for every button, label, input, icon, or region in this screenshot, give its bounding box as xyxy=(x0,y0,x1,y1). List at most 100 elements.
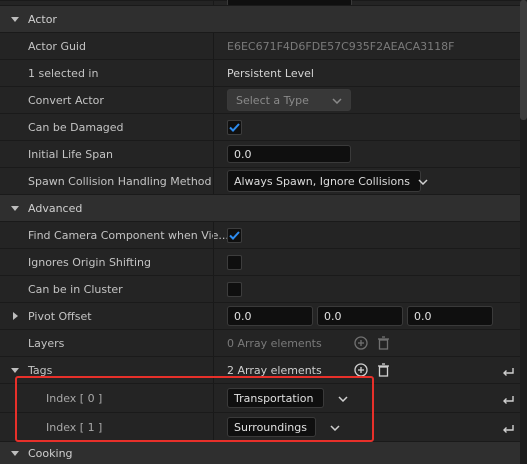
value-cell xyxy=(227,114,242,140)
chevron-down-icon[interactable] xyxy=(11,6,19,32)
value-cell xyxy=(227,249,242,275)
section-advanced[interactable]: Advanced xyxy=(0,194,520,221)
row-tag-index-0: Index [ 0 ] Transportation xyxy=(0,383,520,412)
pivot-offset-z-input[interactable]: 0.0 xyxy=(407,306,493,326)
column-divider xyxy=(213,330,214,356)
tag-index-0-input[interactable]: Transportation xyxy=(227,388,324,408)
column-divider xyxy=(213,276,214,302)
find-camera-checkbox[interactable] xyxy=(227,227,242,243)
chevron-right-icon[interactable] xyxy=(13,303,18,329)
input-value: 0.0 xyxy=(234,309,252,323)
prop-name: Index [ 1 ] xyxy=(46,420,103,434)
section-actor[interactable]: Actor xyxy=(0,5,520,32)
row-initial-life-span: Initial Life Span 0.0 xyxy=(0,140,520,167)
column-divider xyxy=(213,168,214,194)
chevron-down-icon xyxy=(418,175,428,188)
add-element-icon[interactable] xyxy=(353,362,369,378)
prop-name: Pivot Offset xyxy=(28,309,92,323)
spawn-collision-combo[interactable]: Always Spawn, Ignore Collisions xyxy=(227,170,428,192)
prop-name: Convert Actor xyxy=(28,93,104,107)
row-convert-actor: Convert Actor Select a Type xyxy=(0,86,520,113)
value-cell: 2 Array elements xyxy=(227,357,391,383)
value-cell xyxy=(227,276,242,302)
row-can-be-damaged: Can be Damaged xyxy=(0,113,520,140)
value-cell: Always Spawn, Ignore Collisions xyxy=(227,168,428,194)
actor-guid-value: E6EC671F4D6FDE57C935F2AEACA3118F xyxy=(227,39,455,53)
row-selected-in: 1 selected in Persistent Level xyxy=(0,59,520,86)
prop-name: 1 selected in xyxy=(28,66,99,80)
scrollbar-thumb[interactable] xyxy=(520,0,527,120)
chevron-down-icon[interactable] xyxy=(330,421,340,434)
add-element-icon[interactable] xyxy=(353,335,369,351)
prop-name: Tags xyxy=(28,363,53,377)
column-divider xyxy=(213,87,214,113)
section-cooking[interactable]: Cooking xyxy=(0,441,520,464)
prop-name: Spawn Collision Handling Method xyxy=(28,174,212,188)
value-cell: 0.0 0.0 0.0 xyxy=(227,303,493,329)
reset-arrow-icon[interactable] xyxy=(500,363,516,379)
scrollbar[interactable] xyxy=(520,0,527,464)
row-pivot-offset: Pivot Offset 0.0 0.0 0.0 xyxy=(0,302,520,329)
column-divider xyxy=(213,33,214,59)
can-be-damaged-checkbox[interactable] xyxy=(227,119,242,135)
prop-name: Ignores Origin Shifting xyxy=(28,255,151,269)
initial-life-span-input[interactable]: 0.0 xyxy=(227,145,351,163)
checkmark-icon xyxy=(229,122,240,132)
selected-in-value: Persistent Level xyxy=(227,66,314,80)
can-be-in-cluster-checkbox[interactable] xyxy=(227,281,242,297)
input-value: 0.0 xyxy=(414,309,432,323)
value-cell: Select a Type xyxy=(227,87,351,113)
pivot-offset-y-input[interactable]: 0.0 xyxy=(317,306,403,326)
column-divider xyxy=(213,384,214,412)
column-divider xyxy=(213,357,214,383)
chevron-down-icon[interactable] xyxy=(11,442,19,464)
value-cell: E6EC671F4D6FDE57C935F2AEACA3118F xyxy=(227,33,454,59)
value-cell: 0.0 xyxy=(227,141,351,167)
value-cell: 0 Array elements xyxy=(227,330,391,356)
value-cell xyxy=(227,222,242,248)
section-title: Actor xyxy=(28,12,57,26)
input-value: 0.0 xyxy=(234,147,252,161)
chevron-down-icon[interactable] xyxy=(11,357,19,383)
column-divider xyxy=(213,413,214,441)
column-divider xyxy=(213,141,214,167)
ignores-origin-checkbox[interactable] xyxy=(227,254,242,270)
prop-name: Can be in Cluster xyxy=(28,282,123,296)
column-divider xyxy=(213,249,214,275)
combo-label: Always Spawn, Ignore Collisions xyxy=(234,174,410,188)
prop-name: Find Camera Component when Vie... xyxy=(28,228,229,242)
input-value: Transportation xyxy=(234,391,314,405)
prop-name: Layers xyxy=(28,336,65,350)
column-divider xyxy=(213,114,214,140)
prop-name: Actor Guid xyxy=(28,39,86,53)
tag-index-1-input[interactable]: Surroundings xyxy=(227,417,316,437)
row-layers: Layers 0 Array elements xyxy=(0,329,520,356)
row-spawn-collision: Spawn Collision Handling Method Always S… xyxy=(0,167,520,194)
checkmark-icon xyxy=(229,230,240,240)
pivot-offset-x-input[interactable]: 0.0 xyxy=(227,306,313,326)
input-value: 0.0 xyxy=(324,309,342,323)
reset-arrow-icon[interactable] xyxy=(500,420,516,436)
section-title: Cooking xyxy=(28,446,73,460)
chevron-down-icon xyxy=(332,94,342,107)
trash-icon[interactable] xyxy=(375,362,391,378)
combo-label: Select a Type xyxy=(236,93,309,107)
section-title: Advanced xyxy=(28,201,83,215)
row-find-camera: Find Camera Component when Vie... xyxy=(0,221,520,248)
row-tags: Tags 2 Array elements xyxy=(0,356,520,383)
value-cell: Surroundings xyxy=(227,413,340,441)
row-can-be-in-cluster: Can be in Cluster xyxy=(0,275,520,302)
column-divider xyxy=(213,60,214,86)
value-cell: Transportation xyxy=(227,384,348,412)
column-divider xyxy=(213,222,214,248)
row-ignores-origin: Ignores Origin Shifting xyxy=(0,248,520,275)
value-cell: Persistent Level xyxy=(227,60,314,86)
chevron-down-icon[interactable] xyxy=(11,195,19,221)
input-value: Surroundings xyxy=(234,420,307,434)
prop-name: Can be Damaged xyxy=(28,120,124,134)
convert-actor-combo[interactable]: Select a Type xyxy=(227,89,351,111)
trash-icon[interactable] xyxy=(375,335,391,351)
tags-count: 2 Array elements xyxy=(227,363,322,377)
reset-arrow-icon[interactable] xyxy=(500,391,516,407)
chevron-down-icon[interactable] xyxy=(338,392,348,405)
